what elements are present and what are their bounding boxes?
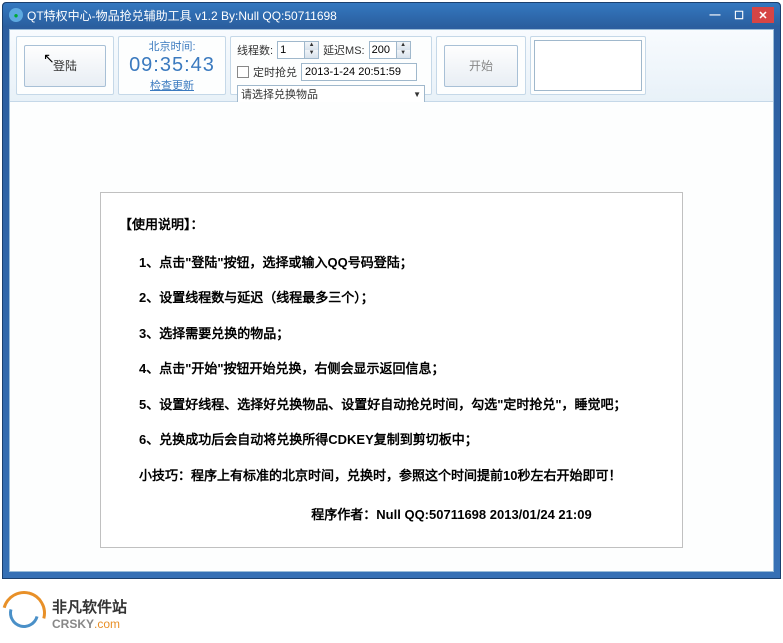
threads-down-icon[interactable]: ▼ — [304, 50, 318, 58]
instructions-box: 【使用说明】： 1、点击"登陆"按钮，选择或输入QQ号码登陆； 2、设置线程数与… — [100, 192, 683, 548]
threads-spinner[interactable]: ▲▼ — [277, 41, 319, 59]
instructions-list: 1、点击"登陆"按钮，选择或输入QQ号码登陆； 2、设置线程数与延迟（线程最多三… — [119, 253, 664, 450]
app-window: ● QT特权中心-物品抢兑辅助工具 v1.2 By:Null QQ:507116… — [2, 2, 781, 579]
threads-label: 线程数: — [237, 42, 273, 58]
log-textarea[interactable] — [534, 40, 642, 91]
start-button[interactable]: 开始 — [444, 45, 518, 87]
time-value: 09:35:43 — [129, 54, 215, 77]
cursor-icon: ↖ — [43, 50, 55, 67]
minimize-button[interactable]: — — [704, 7, 726, 23]
instructions-footer: 程序作者：Null QQ:50711698 2013/01/24 21:09 — [119, 505, 664, 525]
threads-input[interactable] — [278, 44, 304, 56]
watermark-logo-icon — [0, 583, 54, 643]
login-label: 登陆 — [53, 57, 77, 74]
scheduled-label: 定时抢兑 — [253, 64, 297, 80]
item-select-text: 请选择兑换物品 — [241, 86, 318, 102]
maximize-button[interactable]: ☐ — [728, 7, 750, 23]
titlebar[interactable]: ● QT特权中心-物品抢兑辅助工具 v1.2 By:Null QQ:507116… — [3, 3, 780, 27]
instructions-title: 【使用说明】： — [119, 215, 664, 235]
item-select[interactable]: 请选择兑换物品 ▼ — [237, 85, 425, 103]
close-button[interactable]: ✕ — [752, 7, 774, 23]
list-item: 4、点击"开始"按钮开始兑换，右侧会显示返回信息； — [119, 359, 664, 379]
watermark-en: CRSKY.com — [52, 617, 127, 631]
watermark-text: 非凡软件站 CRSKY.com — [52, 596, 127, 631]
scheduled-checkbox[interactable] — [237, 66, 249, 78]
time-panel: 北京时间: 09:35:43 检查更新 — [118, 36, 226, 95]
list-item: 3、选择需要兑换的物品； — [119, 324, 664, 344]
scheduled-time-input[interactable] — [301, 63, 417, 81]
time-label: 北京时间: — [148, 38, 195, 54]
toolbar: ↖ 登陆 北京时间: 09:35:43 检查更新 线程数: ▲▼ 延迟MS: — [10, 30, 773, 102]
list-item: 2、设置线程数与延迟（线程最多三个）； — [119, 288, 664, 308]
log-panel — [530, 36, 646, 95]
list-item: 6、兑换成功后会自动将兑换所得CDKEY复制到剪切板中； — [119, 430, 664, 450]
delay-up-icon[interactable]: ▲ — [396, 42, 410, 50]
delay-spinner[interactable]: ▲▼ — [369, 41, 411, 59]
watermark: 非凡软件站 CRSKY.com — [2, 591, 127, 635]
client-area: ↖ 登陆 北京时间: 09:35:43 检查更新 线程数: ▲▼ 延迟MS: — [9, 29, 774, 572]
instructions-tip: 小技巧：程序上有标准的北京时间，兑换时，参照这个时间提前10秒左右开始即可！ — [119, 466, 664, 486]
login-button[interactable]: ↖ 登陆 — [24, 45, 106, 87]
threads-up-icon[interactable]: ▲ — [304, 42, 318, 50]
delay-input[interactable] — [370, 44, 396, 56]
window-title: QT特权中心-物品抢兑辅助工具 v1.2 By:Null QQ:50711698 — [27, 7, 704, 24]
list-item: 5、设置好线程、选择好兑换物品、设置好自动抢兑时间，勾选"定时抢兑"，睡觉吧； — [119, 395, 664, 415]
chevron-down-icon: ▼ — [413, 90, 421, 99]
watermark-cn: 非凡软件站 — [52, 596, 127, 617]
login-panel: ↖ 登陆 — [16, 36, 114, 95]
app-icon: ● — [9, 8, 23, 22]
content-area: 【使用说明】： 1、点击"登陆"按钮，选择或输入QQ号码登陆； 2、设置线程数与… — [10, 102, 773, 571]
delay-down-icon[interactable]: ▼ — [396, 50, 410, 58]
check-update-link[interactable]: 检查更新 — [150, 77, 194, 93]
window-controls: — ☐ ✕ — [704, 7, 774, 23]
settings-panel: 线程数: ▲▼ 延迟MS: ▲▼ 定时抢兑 — [230, 36, 432, 95]
delay-label: 延迟MS: — [323, 42, 365, 58]
start-panel: 开始 — [436, 36, 526, 95]
list-item: 1、点击"登陆"按钮，选择或输入QQ号码登陆； — [119, 253, 664, 273]
